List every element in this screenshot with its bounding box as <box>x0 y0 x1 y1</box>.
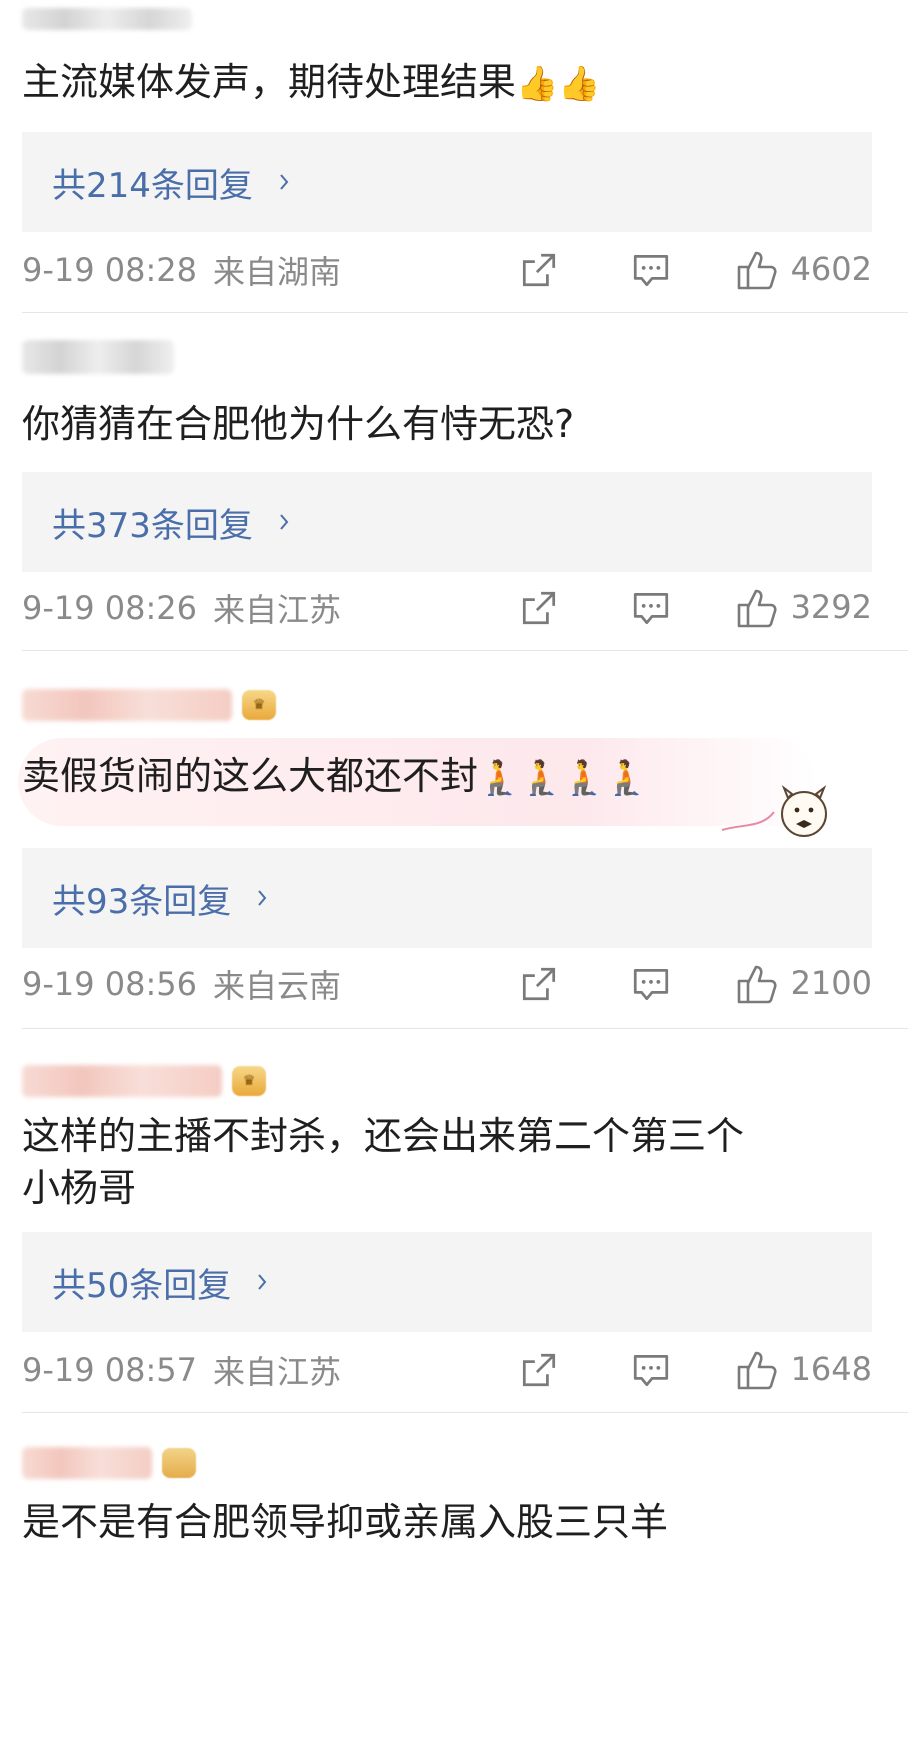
thumbs-up-emoji: 👍👍 <box>516 64 601 104</box>
comment-icon[interactable] <box>630 249 672 291</box>
thumbs-up-icon[interactable] <box>734 1347 780 1393</box>
replies-count: 共93条回复 <box>52 881 232 922</box>
like-count: 4602 <box>790 250 872 288</box>
comment-icon[interactable] <box>630 963 672 1005</box>
username-blurred[interactable] <box>22 1446 196 1480</box>
thumbs-up-icon[interactable] <box>734 585 780 631</box>
vip-badge-icon: ♛ <box>232 1066 266 1096</box>
chevron-right-icon <box>280 514 289 530</box>
username-blurred[interactable] <box>22 340 174 374</box>
kneeling-emoji: 🧎🧎🧎🧎 <box>478 758 648 798</box>
replies-link[interactable]: 共93条回复 <box>22 848 872 948</box>
comment-icon[interactable] <box>630 1349 672 1391</box>
replies-link[interactable]: 共214条回复 <box>22 132 872 232</box>
share-icon[interactable] <box>518 249 560 291</box>
share-icon[interactable] <box>518 963 560 1005</box>
chevron-right-icon <box>258 890 267 906</box>
thumbs-up-icon[interactable] <box>734 961 780 1007</box>
comment-text: 你猜猜在合肥他为什么有恃无恐? <box>22 402 575 446</box>
replies-count: 共50条回复 <box>52 1265 232 1306</box>
like-count: 1648 <box>790 1350 872 1388</box>
share-icon[interactable] <box>518 1349 560 1391</box>
divider <box>22 650 908 651</box>
username-blurred[interactable]: ♛ <box>22 688 276 722</box>
like-count: 3292 <box>790 588 872 626</box>
comment-meta: 9-19 08:56 来自云南 2100 <box>22 960 872 1008</box>
comment-meta: 9-19 08:57 来自江苏 1648 <box>22 1346 872 1394</box>
thumbs-up-icon[interactable] <box>734 247 780 293</box>
like-count: 2100 <box>790 964 872 1002</box>
vip-badge-icon: ♛ <box>242 690 276 720</box>
comment-meta: 9-19 08:28 来自湖南 4602 <box>22 246 872 294</box>
divider <box>22 1028 908 1029</box>
replies-link[interactable]: 共50条回复 <box>22 1232 872 1332</box>
replies-link[interactable]: 共373条回复 <box>22 472 872 572</box>
chevron-right-icon <box>280 174 289 190</box>
chevron-right-icon <box>258 1274 267 1290</box>
comment-text: 这样的主播不封杀，还会出来第二个第三个 小杨哥 <box>22 1114 745 1210</box>
divider <box>22 1412 908 1413</box>
comment-text: 主流媒体发声，期待处理结果👍👍 <box>22 60 601 104</box>
comment-icon[interactable] <box>630 587 672 629</box>
share-icon[interactable] <box>518 587 560 629</box>
replies-count: 共214条回复 <box>52 165 253 206</box>
comment-text: 是不是有合肥领导抑或亲属入股三只羊 <box>22 1500 669 1544</box>
divider <box>22 312 908 313</box>
replies-count: 共373条回复 <box>52 505 253 546</box>
username-blurred[interactable] <box>22 2 192 36</box>
username-blurred[interactable]: ♛ <box>22 1064 266 1098</box>
comment-meta: 9-19 08:26 来自江苏 3292 <box>22 584 872 632</box>
vip-badge-icon <box>162 1448 196 1478</box>
comment-text: 卖假货闹的这么大都还不封🧎🧎🧎🧎 <box>22 754 648 798</box>
